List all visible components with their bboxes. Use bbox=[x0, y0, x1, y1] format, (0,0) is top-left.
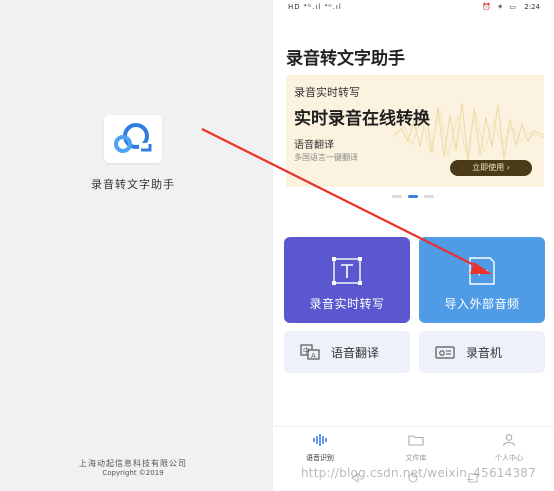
page-title: 录音转文字助手 bbox=[286, 49, 405, 69]
voice-translate-label: 语音翻译 bbox=[331, 346, 380, 360]
clock: 2:24 bbox=[524, 3, 540, 11]
promo-banner[interactable]: 录音实时转写 实时录音在线转换 语音翻译 多国语言一键翻译 立即使用 › bbox=[286, 75, 544, 187]
splash-screen: 录音转文字助手 上海动起信息科技有限公司 Copyright ©2019 bbox=[0, 0, 273, 491]
status-icons: ⏰ ✶ ▭ bbox=[482, 3, 518, 11]
tab-label: 文件库 bbox=[405, 454, 427, 462]
banner-headline: 实时录音在线转换 bbox=[294, 109, 430, 129]
svg-text:中: 中 bbox=[303, 346, 310, 355]
voice-translate-card[interactable]: 中 A 语音翻译 bbox=[284, 331, 410, 373]
realtime-transcribe-card[interactable]: 录音实时转写 bbox=[284, 237, 410, 323]
signal-indicators: HD ⁴ᴳ.ıl ⁴ᴳ.ıl bbox=[288, 3, 342, 11]
tab-profile[interactable]: 个人中心 bbox=[479, 431, 539, 463]
company-name: 上海动起信息科技有限公司 bbox=[79, 459, 187, 468]
status-bar: HD ⁴ᴳ.ıl ⁴ᴳ.ıl ⏰ ✶ ▭ 2:24 bbox=[274, 0, 554, 14]
home-screen: HD ⁴ᴳ.ıl ⁴ᴳ.ıl ⏰ ✶ ▭ 2:24 录音转文字助手 录音实时转写… bbox=[274, 0, 554, 491]
translate-icon: 中 A bbox=[300, 344, 320, 360]
import-file-icon bbox=[469, 257, 495, 285]
import-audio-card[interactable]: 导入外部音频 bbox=[419, 237, 545, 323]
svg-text:A: A bbox=[311, 352, 316, 360]
copyright-text: Copyright ©2019 bbox=[102, 469, 164, 477]
tab-label: 语音识别 bbox=[306, 454, 334, 462]
carousel-dot[interactable] bbox=[424, 195, 434, 198]
recorder-icon bbox=[435, 346, 455, 359]
bottom-tab-bar: 语音识别 文件库 个人中心 bbox=[274, 426, 554, 467]
tab-file-library[interactable]: 文件库 bbox=[386, 431, 446, 463]
banner-feature-title: 语音翻译 bbox=[294, 140, 334, 151]
tab-speech-recognition[interactable]: 语音识别 bbox=[290, 431, 350, 463]
import-audio-label: 导入外部音频 bbox=[444, 297, 520, 311]
folder-icon bbox=[408, 435, 424, 446]
use-now-button[interactable]: 立即使用 › bbox=[450, 160, 532, 176]
person-icon bbox=[502, 434, 516, 446]
splash-app-name: 录音转文字助手 bbox=[91, 178, 175, 191]
watermark-text: http://blog.csdn.net/weixin_45614387 bbox=[301, 466, 536, 480]
banner-subtitle: 录音实时转写 bbox=[294, 86, 360, 99]
tab-label: 个人中心 bbox=[495, 454, 523, 462]
text-box-icon bbox=[332, 257, 362, 285]
carousel-dot-active[interactable] bbox=[408, 195, 418, 198]
app-logo-icon[interactable] bbox=[104, 115, 162, 163]
waveform-icon bbox=[313, 434, 327, 446]
realtime-transcribe-label: 录音实时转写 bbox=[309, 297, 385, 311]
carousel-dot[interactable] bbox=[392, 195, 402, 198]
recorder-card[interactable]: 录音机 bbox=[419, 331, 545, 373]
recorder-label: 录音机 bbox=[466, 346, 503, 360]
banner-feature-desc: 多国语言一键翻译 bbox=[294, 153, 358, 162]
